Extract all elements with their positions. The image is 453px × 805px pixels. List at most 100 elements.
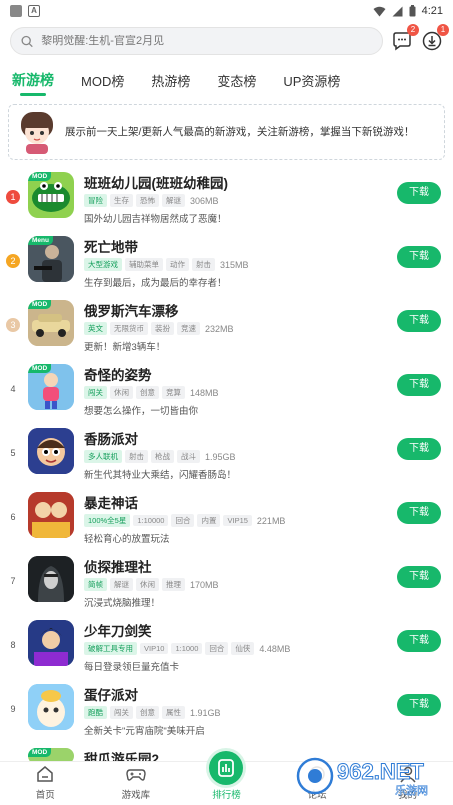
list-item[interactable]: 6 暴走神话 100%全5星 1:10000 回合 内置 VIP15 221MB… <box>0 490 453 554</box>
list-item[interactable]: 3 MOD 俄罗斯汽车漂移 英文 无限货币 装扮 竞速 232MB 更新！新增3… <box>0 298 453 362</box>
message-button[interactable]: 2 <box>391 24 419 52</box>
download-manager-button[interactable]: 1 <box>421 24 449 52</box>
search-icon <box>21 35 33 47</box>
tag: 简帧 <box>84 578 107 591</box>
list-item[interactable]: 5 香肠派对 多人联机 射击 枪战 战斗 1.95GB 新生代其特业大乘结，闪耀… <box>0 426 453 490</box>
game-tags: 闯关 休闲 创意 竞算 148MB <box>84 386 219 399</box>
tag: 破解工具专用 <box>84 642 137 655</box>
tag: 闯关 <box>84 386 107 399</box>
list-item[interactable]: 8 少年刀剑笑 破解工具专用 VIP10 1:1000 回合 仙侠 4.48MB… <box>0 618 453 682</box>
download-button[interactable]: 下载 <box>397 502 441 524</box>
game-description: 沉浸式烧脑推理！ <box>84 598 161 609</box>
game-name: 香肠派对 <box>84 432 138 447</box>
download-badge: 1 <box>437 24 449 36</box>
tag: 射击 <box>192 258 215 271</box>
tag: 无限货币 <box>110 322 148 335</box>
mascot-avatar <box>21 112 53 154</box>
file-size: 232MB <box>205 323 234 334</box>
game-tags: 简帧 解谜 休闲 推理 170MB <box>84 578 219 591</box>
rank-number: 4 <box>10 384 16 394</box>
download-button[interactable]: 下载 <box>397 310 441 332</box>
tag: 创意 <box>136 706 159 719</box>
download-button[interactable]: 下载 <box>397 694 441 716</box>
file-size: 306MB <box>190 195 219 206</box>
tag: 冒险 <box>84 194 107 207</box>
rank-number: 6 <box>10 512 16 522</box>
game-name: 班班幼儿园(班班幼稚园) <box>84 176 228 191</box>
tag: 恐怖 <box>136 194 159 207</box>
tag: 装扮 <box>151 322 174 335</box>
search-bar[interactable] <box>10 27 383 55</box>
tag: 回合 <box>205 642 229 655</box>
tag: 1:10000 <box>133 515 169 526</box>
download-button[interactable]: 下载 <box>397 630 441 652</box>
tag: 解谜 <box>110 578 133 591</box>
battery-icon <box>409 5 416 17</box>
tab-new-games[interactable]: 新游榜 <box>12 70 54 98</box>
nav-ranking[interactable]: 排行榜 <box>191 751 261 801</box>
game-name: 少年刀剑笑 <box>84 624 152 639</box>
game-tags: 破解工具专用 VIP10 1:1000 回合 仙侠 4.48MB <box>84 642 290 655</box>
game-name: 死亡地带 <box>84 240 138 255</box>
status-left: A <box>10 5 40 17</box>
app-icon <box>28 620 74 666</box>
list-item[interactable]: 1 MOD 班班幼儿园(班班幼稚园) 冒险 生存 恐怖 解谜 306MB 国外幼… <box>0 170 453 234</box>
tag: 生存 <box>110 194 133 207</box>
list-item[interactable]: 2 Menu 死亡地带 大型游戏 辅助菜单 动作 射击 315MB 生存到最后，… <box>0 234 453 298</box>
search-row: 2 1 <box>0 22 453 58</box>
game-ranking-list: 1 MOD 班班幼儿园(班班幼稚园) 冒险 生存 恐怖 解谜 306MB 国外幼… <box>0 160 453 805</box>
download-button[interactable]: 下载 <box>397 246 441 268</box>
game-description: 新生代其特业大乘结，闪耀香肠岛！ <box>84 470 237 481</box>
download-button[interactable]: 下载 <box>397 438 441 460</box>
rank-number: 8 <box>10 640 16 650</box>
game-name: 侦探推理社 <box>84 560 152 575</box>
rank-number: 9 <box>10 704 16 714</box>
game-name: 蛋仔派对 <box>84 688 138 703</box>
game-description: 更新！新增3辆车！ <box>84 342 166 353</box>
search-input[interactable] <box>41 35 372 47</box>
list-item[interactable]: 9 蛋仔派对 跑酷 闯关 创意 属性 1.91GB 全新关卡"元宵庙院"美味开启… <box>0 682 453 746</box>
game-name: 暴走神话 <box>84 496 138 511</box>
tag: 枪战 <box>151 450 174 463</box>
list-item[interactable]: 4 MOD 奇怪的姿势 闯关 休闲 创意 竞算 148MB 想要怎么操作，一切皆… <box>0 362 453 426</box>
nav-game-library[interactable]: 游戏库 <box>101 763 171 801</box>
tab-modified[interactable]: 变态榜 <box>217 71 256 98</box>
game-description: 想要怎么操作，一切皆由你 <box>84 406 199 417</box>
tab-hot[interactable]: 热游榜 <box>151 71 190 98</box>
download-button[interactable]: 下载 <box>397 566 441 588</box>
gamepad-icon <box>126 769 146 781</box>
tag: 创意 <box>136 386 159 399</box>
tag: 100%全5星 <box>84 514 131 527</box>
game-tags: 100%全5星 1:10000 回合 内置 VIP15 221MB <box>84 514 285 527</box>
tag: VIP15 <box>223 515 252 526</box>
tag: 1:1000 <box>171 643 203 654</box>
tag: 竞算 <box>162 386 185 399</box>
tag: 回合 <box>171 514 195 527</box>
download-button[interactable]: 下载 <box>397 374 441 396</box>
rank-number: 3 <box>6 318 20 332</box>
nav-game-library-label: 游戏库 <box>121 790 151 801</box>
rank-number: 5 <box>10 448 16 458</box>
nav-ranking-label: 排行榜 <box>212 790 241 801</box>
tag: 属性 <box>162 706 185 719</box>
file-size: 1.95GB <box>205 451 236 462</box>
download-button[interactable]: 下载 <box>397 182 441 204</box>
list-item[interactable]: 7 侦探推理社 简帧 解谜 休闲 推理 170MB 沉浸式烧脑推理！ 下载 <box>0 554 453 618</box>
mod-tag: MOD <box>28 300 52 309</box>
tab-mod[interactable]: MOD榜 <box>81 71 124 98</box>
game-description: 每日登录领巨量充值卡 <box>84 662 180 673</box>
mod-tag: MOD <box>28 364 52 373</box>
game-description: 生存到最后，成为最后的幸存者！ <box>84 278 227 289</box>
game-tags: 冒险 生存 恐怖 解谜 306MB <box>84 194 219 207</box>
tab-up-resources[interactable]: UP资源榜 <box>283 71 340 98</box>
game-name: 奇怪的姿势 <box>84 368 152 383</box>
app-icon: MOD <box>28 364 74 410</box>
tag: 仙侠 <box>231 642 255 655</box>
app-icon <box>28 492 74 538</box>
message-badge: 2 <box>407 24 419 36</box>
file-size: 148MB <box>190 387 219 398</box>
game-description: 国外幼儿园吉祥物居然成了恶魔！ <box>84 214 227 225</box>
app-icon: Menu <box>28 236 74 282</box>
file-size: 4.48MB <box>259 643 291 654</box>
nav-home[interactable]: 首页 <box>10 763 80 801</box>
